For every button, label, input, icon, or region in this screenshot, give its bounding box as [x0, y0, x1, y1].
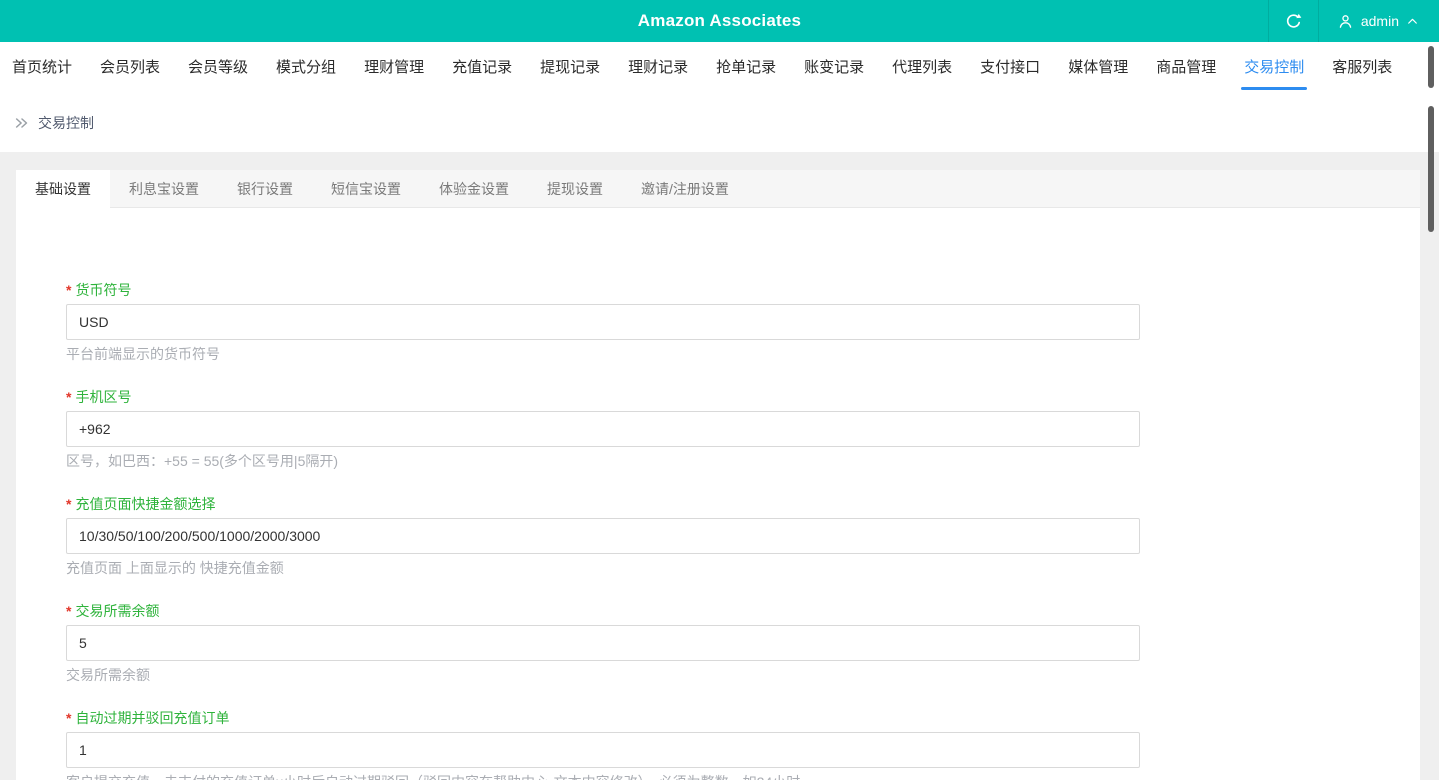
- breadcrumb: 交易控制: [0, 94, 1439, 152]
- basic-settings-form: *货币符号 平台前端显示的货币符号 *手机区号 区号，如巴西：+55 = 55(…: [16, 208, 1420, 780]
- nav-item-product-manage[interactable]: 商品管理: [1156, 42, 1216, 94]
- field-label-text: 充值页面快捷金额选择: [75, 496, 215, 512]
- tab-basic-settings[interactable]: 基础设置: [16, 170, 110, 207]
- required-asterisk: *: [66, 603, 71, 619]
- refresh-icon: [1284, 12, 1303, 31]
- tab-bank-settings[interactable]: 银行设置: [218, 170, 312, 207]
- form-field-phone-area-code: *手机区号 区号，如巴西：+55 = 55(多个区号用|5隔开): [66, 389, 1420, 469]
- currency-symbol-input[interactable]: [66, 304, 1140, 340]
- field-label: *交易所需余额: [66, 603, 1420, 619]
- settings-tabbar: 基础设置 利息宝设置 银行设置 短信宝设置 体验金设置 提现设置 邀请/注册设置: [16, 170, 1420, 208]
- field-help: 充值页面 上面显示的 快捷充值金额: [66, 560, 1420, 576]
- field-label-text: 货币符号: [75, 282, 131, 298]
- field-label-text: 自动过期并驳回充值订单: [75, 710, 229, 726]
- nav-item-media-manage[interactable]: 媒体管理: [1068, 42, 1128, 94]
- header-controls: admin: [1268, 0, 1439, 42]
- form-field-quick-amounts: *充值页面快捷金额选择 充值页面 上面显示的 快捷充值金额: [66, 496, 1420, 576]
- page-body: 基础设置 利息宝设置 银行设置 短信宝设置 体验金设置 提现设置 邀请/注册设置…: [0, 152, 1439, 780]
- nav-item-home-stats[interactable]: 首页统计: [12, 42, 72, 94]
- chevron-up-icon: [1406, 15, 1419, 28]
- nav-item-pay-api[interactable]: 支付接口: [980, 42, 1040, 94]
- form-field-currency-symbol: *货币符号 平台前端显示的货币符号: [66, 282, 1420, 362]
- quick-amounts-input[interactable]: [66, 518, 1140, 554]
- tab-sms-settings[interactable]: 短信宝设置: [312, 170, 420, 207]
- field-label: *手机区号: [66, 389, 1420, 405]
- tab-trial-fund-settings[interactable]: 体验金设置: [420, 170, 528, 207]
- form-field-auto-expire-order: *自动过期并驳回充值订单 客户提交充值，未支付的充值订单x小时后自动过期驳回（驳…: [66, 710, 1420, 780]
- tab-invite-register-settings[interactable]: 邀请/注册设置: [622, 170, 748, 207]
- refresh-button[interactable]: [1268, 0, 1318, 42]
- main-nav: 首页统计 会员列表 会员等级 模式分组 理财管理 充值记录 提现记录 理财记录 …: [0, 42, 1439, 94]
- nav-item-recharge-record[interactable]: 充值记录: [452, 42, 512, 94]
- auto-expire-order-input[interactable]: [66, 732, 1140, 768]
- nav-item-finance-record[interactable]: 理财记录: [628, 42, 688, 94]
- nav-item-mode-group[interactable]: 模式分组: [276, 42, 336, 94]
- field-help: 交易所需余额: [66, 667, 1420, 683]
- app-title: Amazon Associates: [0, 11, 1439, 31]
- nav-item-withdraw-record[interactable]: 提现记录: [540, 42, 600, 94]
- nav-item-service-list[interactable]: 客服列表: [1332, 42, 1392, 94]
- nav-item-member-level[interactable]: 会员等级: [188, 42, 248, 94]
- required-asterisk: *: [66, 496, 71, 512]
- breadcrumb-current: 交易控制: [38, 113, 94, 133]
- required-asterisk: *: [66, 282, 71, 298]
- double-chevron-right-icon: [14, 115, 30, 131]
- scrollbar-thumb[interactable]: [1428, 106, 1434, 232]
- nav-item-member-list[interactable]: 会员列表: [100, 42, 160, 94]
- field-help: 区号，如巴西：+55 = 55(多个区号用|5隔开): [66, 453, 1420, 469]
- nav-item-grab-record[interactable]: 抢单记录: [716, 42, 776, 94]
- username: admin: [1361, 13, 1399, 29]
- phone-area-code-input[interactable]: [66, 411, 1140, 447]
- app-header: Amazon Associates admin: [0, 0, 1439, 42]
- nav-item-agent-list[interactable]: 代理列表: [892, 42, 952, 94]
- required-asterisk: *: [66, 710, 71, 726]
- nav-item-finance-manage[interactable]: 理财管理: [364, 42, 424, 94]
- tab-withdraw-settings[interactable]: 提现设置: [528, 170, 622, 207]
- field-label: *自动过期并驳回充值订单: [66, 710, 1420, 726]
- nav-item-trade-control[interactable]: 交易控制: [1244, 42, 1304, 94]
- user-menu[interactable]: admin: [1318, 0, 1439, 42]
- settings-card: 基础设置 利息宝设置 银行设置 短信宝设置 体验金设置 提现设置 邀请/注册设置…: [16, 170, 1420, 780]
- form-field-required-balance: *交易所需余额 交易所需余额: [66, 603, 1420, 683]
- user-icon: [1337, 13, 1354, 30]
- nav-item-balance-record[interactable]: 账变记录: [804, 42, 864, 94]
- field-label-text: 手机区号: [75, 389, 131, 405]
- scrollbar-thumb[interactable]: [1428, 46, 1434, 88]
- field-label-text: 交易所需余额: [75, 603, 159, 619]
- field-help: 平台前端显示的货币符号: [66, 346, 1420, 362]
- field-help: 客户提交充值，未支付的充值订单x小时后自动过期驳回（驳回内容在帮助中心-文本内容…: [66, 774, 1420, 780]
- tab-interest-settings[interactable]: 利息宝设置: [110, 170, 218, 207]
- field-label: *充值页面快捷金额选择: [66, 496, 1420, 512]
- required-balance-input[interactable]: [66, 625, 1140, 661]
- required-asterisk: *: [66, 389, 71, 405]
- field-label: *货币符号: [66, 282, 1420, 298]
